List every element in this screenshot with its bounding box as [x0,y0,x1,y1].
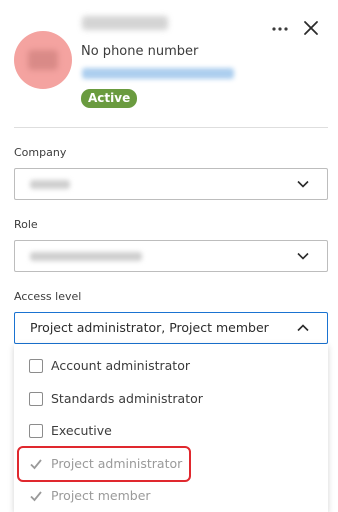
access-level-label: Access level [14,290,82,303]
user-header: No phone number Active [0,0,338,128]
checkbox[interactable] [29,392,43,406]
option-account-administrator[interactable]: Account administrator [14,351,328,383]
option-label: Project member [51,488,151,503]
company-select[interactable] [14,168,328,200]
option-project-administrator[interactable]: Project administrator [14,449,328,481]
checkbox[interactable] [29,359,43,373]
divider [14,127,328,128]
option-label: Executive [51,423,112,438]
chevron-down-icon [297,180,309,188]
company-label: Company [14,146,67,159]
checkmark-icon [30,459,42,470]
access-level-dropdown: Account administrator Standards administ… [14,344,328,512]
avatar-initials-redacted [28,50,58,70]
more-horizontal-icon[interactable] [270,19,290,39]
email-link-redacted[interactable] [82,68,234,79]
role-label: Role [14,218,38,231]
avatar [14,31,72,89]
chevron-down-icon [297,252,309,260]
checkbox[interactable] [29,424,43,438]
status-badge: Active [81,89,138,108]
company-value-redacted [30,180,70,189]
option-standards-administrator[interactable]: Standards administrator [14,384,328,416]
role-value-redacted [30,252,142,261]
access-level-select[interactable]: Project administrator, Project member [14,312,328,344]
option-executive[interactable]: Executive [14,416,328,448]
phone-text: No phone number [81,44,199,59]
option-label: Standards administrator [51,391,203,406]
option-label: Account administrator [51,358,190,373]
chevron-up-icon [297,324,309,332]
checkmark-icon [30,491,42,502]
option-project-member[interactable]: Project member [14,481,328,512]
option-label: Project administrator [51,456,183,471]
access-level-value: Project administrator, Project member [30,320,269,335]
role-select[interactable] [14,240,328,272]
user-name-redacted [82,16,168,30]
close-icon[interactable] [300,17,322,39]
